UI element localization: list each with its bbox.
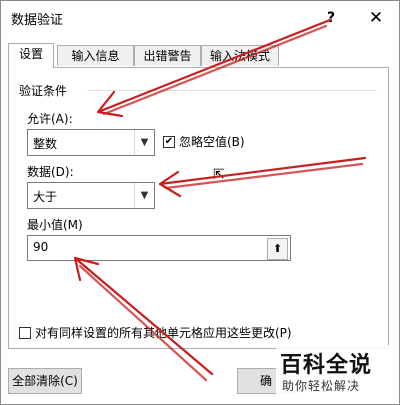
chevron-down-icon: ▼	[134, 183, 154, 208]
minimum-input[interactable]: 90 ⬆	[27, 235, 291, 261]
settings-panel: 验证条件 允许(A): 整数 ▼ ✔ 忽略空值(B) 数据(D): 大于 ▼ 最…	[8, 67, 389, 349]
validation-criteria-label: 验证条件	[19, 84, 68, 98]
allow-label: 允许(A):	[27, 112, 73, 126]
tab-strip: 设置 输入信息 出错警告 输入法模式	[8, 43, 388, 68]
minimum-value: 90	[33, 240, 49, 254]
tab-error-alert[interactable]: 出错警告	[134, 45, 201, 66]
tab-label: 输入信息	[71, 49, 120, 63]
minimum-label: 最小值(M)	[27, 218, 83, 232]
tab-input-message[interactable]: 输入信息	[57, 45, 134, 66]
tab-label: 设置	[18, 47, 43, 61]
ignore-blank-label: 忽略空值(B)	[179, 135, 245, 149]
help-button[interactable]: ?	[317, 5, 345, 31]
mouse-cursor-icon: ⇱	[213, 167, 225, 183]
check-icon: ✔	[164, 136, 174, 147]
tab-label: 输入法模式	[209, 49, 270, 63]
watermark-subtitle: 助你轻松解决	[282, 379, 361, 393]
ignore-blank-checkbox[interactable]: ✔	[163, 136, 175, 148]
data-value: 大于	[33, 190, 58, 204]
watermark-title: 百科全说	[280, 353, 373, 378]
close-button[interactable]: ✕	[361, 5, 391, 31]
apply-all-label: 对有同样设置的所有其他单元格应用这些更改(P)	[35, 326, 292, 340]
clear-all-button[interactable]: 全部清除(C)	[8, 368, 82, 394]
data-label: 数据(D):	[27, 165, 74, 179]
apply-all-checkbox[interactable]	[19, 327, 31, 339]
allow-select[interactable]: 整数 ▼	[27, 129, 155, 156]
tab-label: 出错警告	[143, 49, 192, 63]
dialog-title: 数据验证	[11, 13, 64, 28]
tab-settings[interactable]: 设置	[8, 43, 54, 68]
data-select[interactable]: 大于 ▼	[27, 182, 155, 209]
allow-value: 整数	[33, 137, 58, 151]
title-bar: 数据验证 ? ✕	[1, 1, 399, 37]
group-divider	[87, 90, 377, 91]
chevron-down-icon: ▼	[134, 130, 154, 155]
watermark: 百科全说 助你轻松解决	[276, 345, 394, 401]
tab-ime-mode[interactable]: 输入法模式	[201, 45, 279, 66]
up-arrow-icon[interactable]: ⬆	[267, 238, 288, 260]
